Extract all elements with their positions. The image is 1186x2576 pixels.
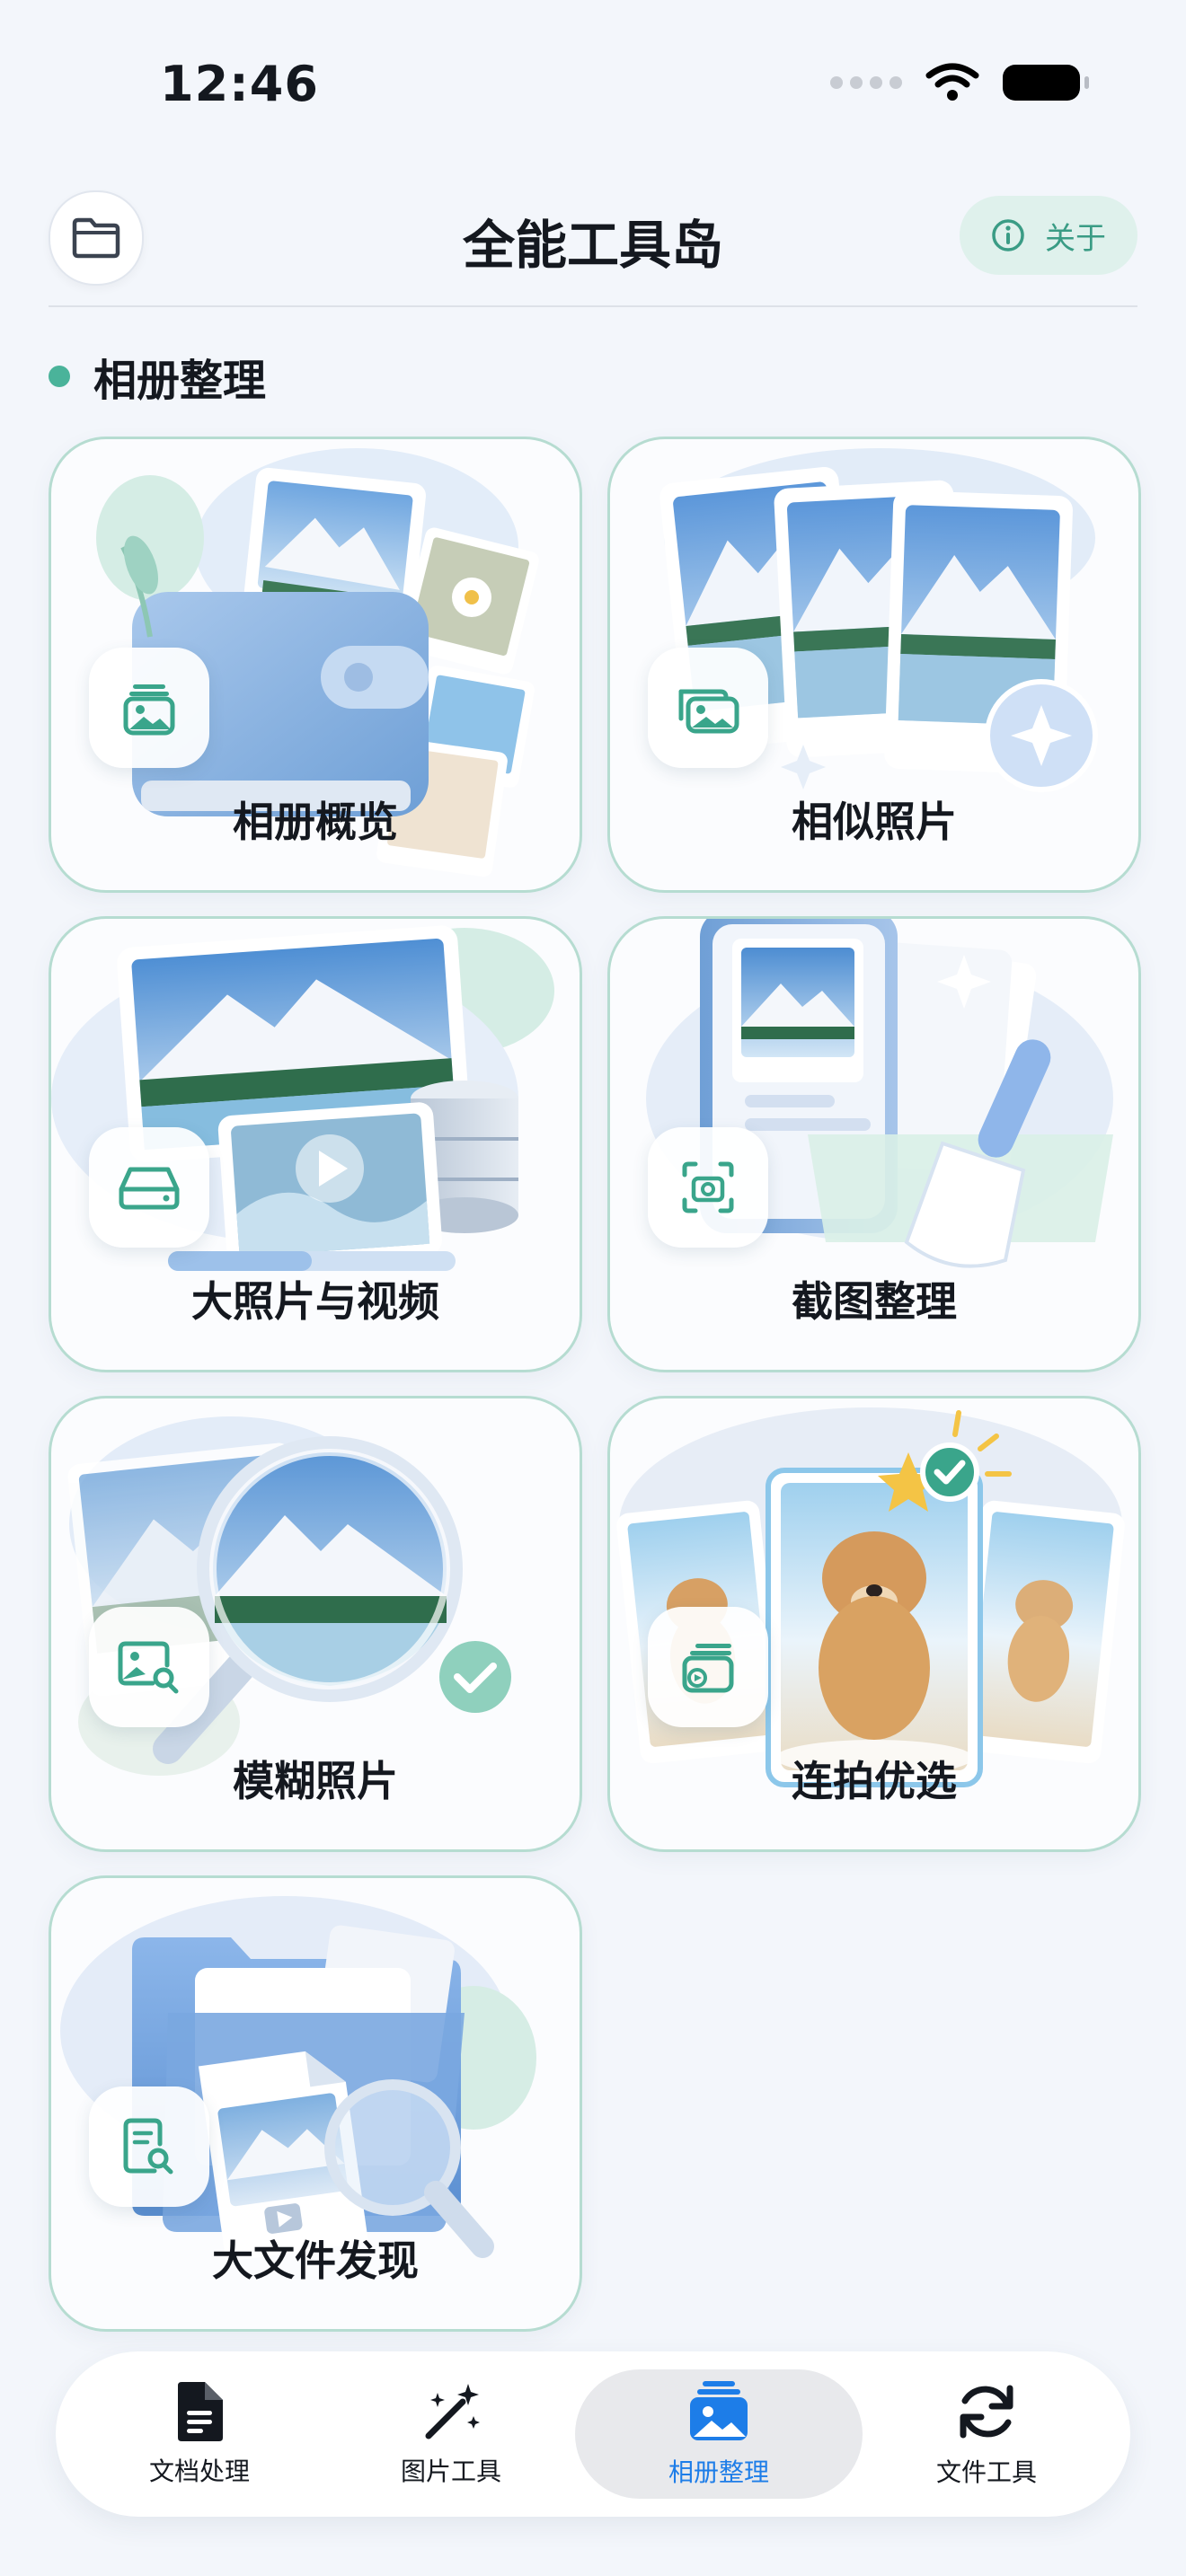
screenshot-icon bbox=[682, 1161, 734, 1213]
tab-documents[interactable]: 文档处理 bbox=[56, 2369, 343, 2499]
section-title-text: 相册整理 bbox=[93, 356, 267, 406]
card-screenshots[interactable]: 截图整理 bbox=[607, 916, 1141, 1372]
signal-icon bbox=[830, 76, 902, 89]
tab-bar: 文档处理 图片工具 相册整理 文件工具 bbox=[56, 2351, 1130, 2517]
section-dot-icon bbox=[49, 366, 70, 387]
tab-label: 相册整理 bbox=[668, 2457, 769, 2487]
sync-icon bbox=[960, 2385, 1013, 2439]
tab-album[interactable]: 相册整理 bbox=[575, 2369, 863, 2499]
status-icons bbox=[830, 63, 1089, 102]
tab-image-tools[interactable]: 图片工具 bbox=[307, 2369, 595, 2499]
storage-drive-icon bbox=[119, 1167, 180, 1210]
card-label: 相似照片 bbox=[792, 798, 957, 846]
screenshot-badge bbox=[648, 1127, 768, 1248]
document-icon bbox=[178, 2382, 223, 2441]
burst-badge bbox=[648, 1607, 768, 1727]
photo-stack-icon bbox=[690, 2381, 748, 2440]
tab-label: 文档处理 bbox=[148, 2457, 250, 2486]
header-divider bbox=[49, 305, 1137, 307]
doc-search-icon bbox=[123, 2118, 173, 2175]
card-label: 截图整理 bbox=[792, 1277, 957, 1326]
about-button[interactable]: 关于 bbox=[960, 196, 1137, 275]
card-label: 大照片与视频 bbox=[191, 1277, 439, 1326]
photo-search-badge bbox=[89, 1607, 209, 1727]
card-large-files[interactable]: 大文件发现 bbox=[49, 1875, 582, 2332]
tab-label: 文件工具 bbox=[935, 2457, 1037, 2487]
battery-icon bbox=[1003, 65, 1089, 101]
photo-search-icon bbox=[118, 1641, 179, 1694]
tab-file-tools[interactable]: 文件工具 bbox=[843, 2369, 1130, 2499]
card-album-overview[interactable]: 相册概览 bbox=[49, 437, 582, 893]
photos-icon bbox=[678, 689, 739, 734]
photos-badge bbox=[648, 648, 768, 768]
card-label: 模糊照片 bbox=[233, 1757, 398, 1805]
card-burst-picks[interactable]: 连拍优选 bbox=[607, 1396, 1141, 1852]
doc-search-badge bbox=[89, 2086, 209, 2207]
magic-wand-icon bbox=[425, 2384, 480, 2439]
card-blurry-photos[interactable]: 模糊照片 bbox=[49, 1396, 582, 1852]
card-similar-photos[interactable]: 相似照片 bbox=[607, 437, 1141, 893]
tab-label: 图片工具 bbox=[400, 2457, 501, 2486]
card-large-media[interactable]: 大照片与视频 bbox=[49, 916, 582, 1372]
photo-stack-badge bbox=[89, 648, 209, 768]
card-label: 大文件发现 bbox=[212, 2236, 419, 2285]
burst-icon bbox=[682, 1644, 734, 1693]
info-icon bbox=[992, 219, 1024, 251]
storage-drive-badge bbox=[89, 1127, 209, 1248]
card-label: 连拍优选 bbox=[792, 1757, 957, 1805]
about-label: 关于 bbox=[1045, 220, 1106, 257]
card-label: 相册概览 bbox=[233, 798, 398, 846]
section-title: 相册整理 bbox=[49, 345, 266, 408]
wifi-icon bbox=[925, 63, 979, 101]
photo-stack-icon bbox=[123, 684, 175, 736]
status-time: 12:46 bbox=[160, 56, 319, 112]
